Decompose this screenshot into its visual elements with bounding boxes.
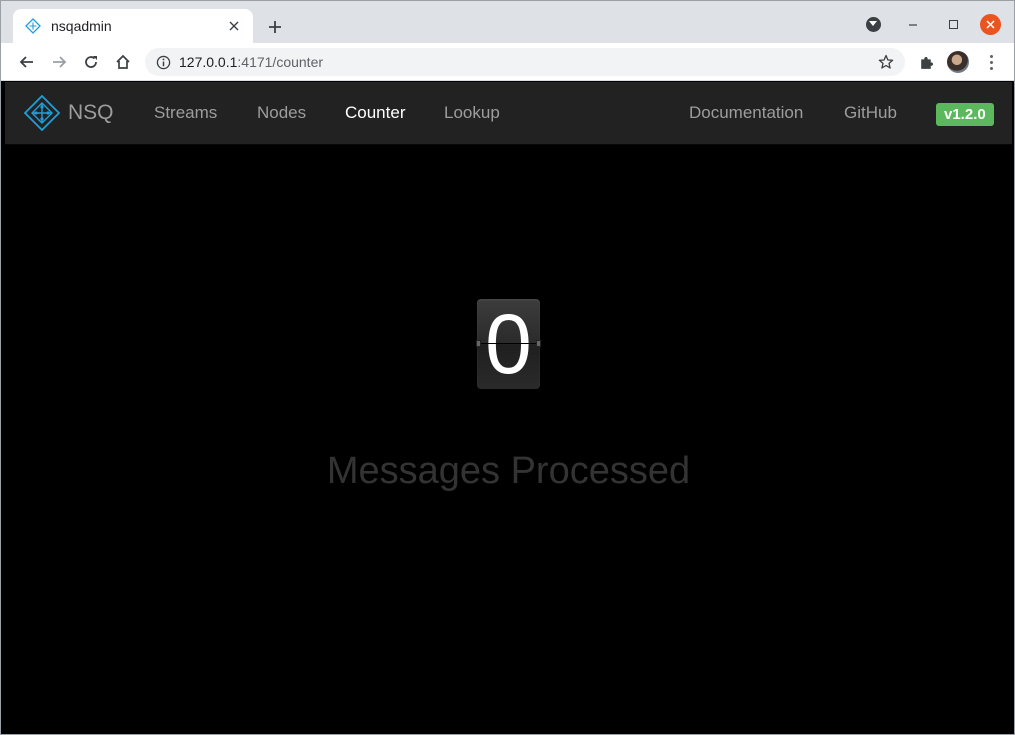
browser-window: nsqadmin 127.0.0.1:4171/counter NSQ Stre… [0, 0, 1015, 735]
nav-lookup[interactable]: Lookup [444, 103, 500, 123]
nav-counter[interactable]: Counter [345, 103, 405, 123]
version-badge: v1.2.0 [936, 103, 994, 126]
profile-avatar[interactable] [947, 51, 969, 73]
close-tab-icon[interactable] [225, 17, 243, 35]
extensions-puzzle-icon[interactable] [915, 51, 937, 73]
maximize-icon [948, 19, 958, 29]
home-icon [116, 54, 130, 69]
close-window-button[interactable] [980, 14, 1001, 35]
url-text: 127.0.0.1:4171/counter [179, 54, 323, 70]
chevron-down-icon [865, 16, 881, 32]
flip-hinge-right [536, 340, 541, 347]
flip-digit-card: 0 [477, 299, 540, 389]
nsq-logo-icon [25, 18, 41, 34]
arrow-right-icon [53, 56, 67, 68]
flip-hinge-left [476, 340, 481, 347]
brand-link[interactable]: NSQ [24, 95, 114, 131]
tab-search-button[interactable] [863, 13, 883, 35]
address-bar[interactable]: 127.0.0.1:4171/counter [145, 48, 905, 76]
forward-button[interactable] [47, 50, 71, 74]
new-tab-button[interactable] [263, 15, 287, 39]
tab-strip: nsqadmin [1, 1, 1014, 43]
reload-button[interactable] [79, 50, 103, 74]
url-path: :4171/counter [237, 54, 324, 70]
navbar: NSQ Streams Nodes Counter Lookup Documen… [5, 82, 1012, 145]
counter-digit: 0 [485, 299, 532, 389]
back-button[interactable] [15, 50, 39, 74]
reload-icon [85, 56, 97, 68]
counter-label: Messages Processed [326, 450, 691, 492]
bookmark-star-icon[interactable] [877, 53, 895, 71]
browser-toolbar: 127.0.0.1:4171/counter [1, 43, 1014, 81]
nav-nodes[interactable]: Nodes [257, 103, 306, 123]
nav-documentation[interactable]: Documentation [689, 103, 803, 123]
nav-github[interactable]: GitHub [844, 103, 897, 123]
message-counter: 0 [476, 299, 541, 389]
brand-text: NSQ [68, 101, 114, 124]
tab-title: nsqadmin [51, 18, 112, 34]
nav-streams[interactable]: Streams [154, 103, 217, 123]
url-host: 127.0.0.1 [179, 54, 238, 70]
kebab-menu-icon[interactable] [981, 51, 1001, 73]
minimize-button[interactable] [903, 13, 923, 35]
maximize-button[interactable] [943, 13, 963, 35]
flip-divider [477, 343, 540, 344]
info-icon[interactable] [155, 54, 171, 70]
arrow-left-icon [19, 56, 33, 68]
home-button[interactable] [111, 50, 135, 74]
browser-tab[interactable]: nsqadmin [13, 9, 253, 43]
nsq-logo-icon [24, 95, 60, 131]
nsqadmin-page: NSQ Streams Nodes Counter Lookup Documen… [5, 82, 1012, 732]
